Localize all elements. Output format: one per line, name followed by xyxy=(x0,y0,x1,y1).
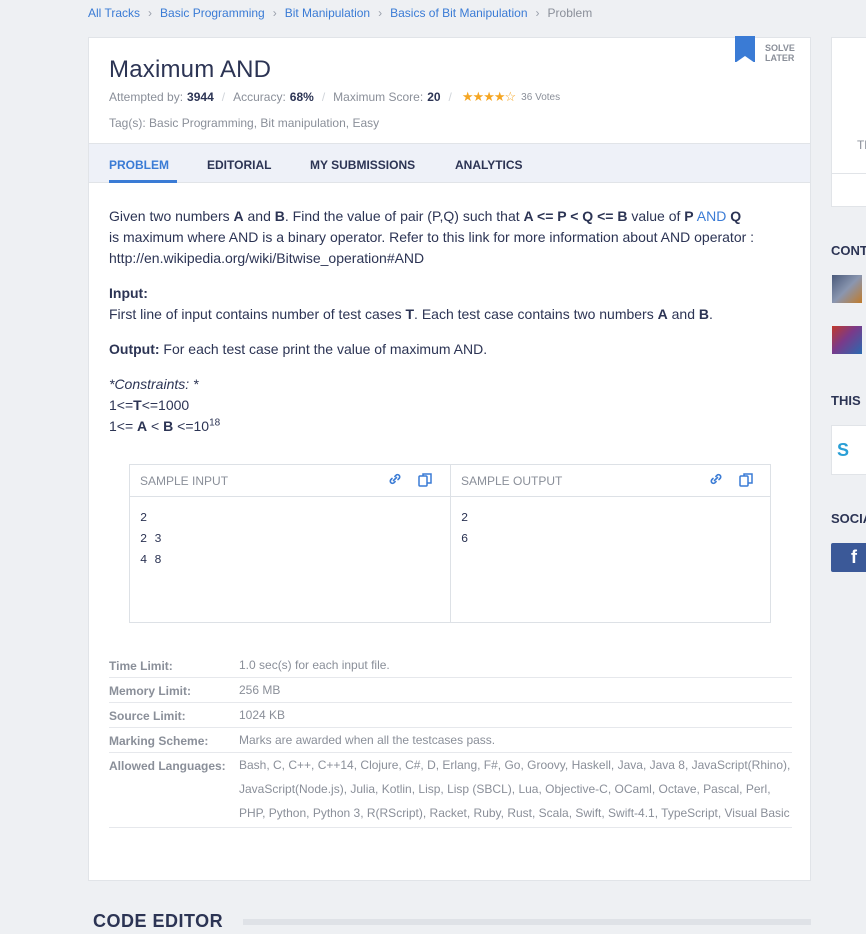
solve-later-button[interactable]: SOLVE LATER xyxy=(735,36,795,63)
breadcrumb: All Tracks › Basic Programming › Bit Man… xyxy=(88,4,592,22)
avatar[interactable] xyxy=(832,326,862,354)
sponsor-logo-text: S xyxy=(837,440,850,460)
code-editor-heading: CODE EDITOR xyxy=(93,911,224,931)
votes-count: 36 Votes xyxy=(521,91,561,103)
sponsor-logo[interactable]: S xyxy=(831,425,866,475)
chevron-right-icon: › xyxy=(535,6,540,20)
sidebar-card-text: Th xyxy=(857,138,866,152)
copy-icon[interactable] xyxy=(417,472,433,488)
sidebar-heading-contributors: CONT xyxy=(831,243,866,258)
avatar[interactable] xyxy=(832,275,862,303)
max-score-value: 20 xyxy=(427,90,441,104)
sidebar-heading-this: THIS xyxy=(831,393,861,408)
sample-input-header: SAMPLE INPUT xyxy=(130,465,450,497)
tab-analytics[interactable]: ANALYTICS xyxy=(455,144,523,183)
star-filled-icon[interactable]: ★ xyxy=(483,89,495,105)
chevron-right-icon: › xyxy=(272,6,277,20)
info-row-source-limit: Source Limit: 1024 KB xyxy=(109,703,792,728)
page-title: Maximum AND xyxy=(109,56,272,83)
statement-paragraph: Given two numbers A and B. Find the valu… xyxy=(109,208,755,266)
sample-input-content: 2 2 3 4 8 xyxy=(140,511,162,567)
and-link[interactable]: AND xyxy=(697,208,727,224)
facebook-icon: f xyxy=(851,547,857,567)
star-filled-icon[interactable]: ★ xyxy=(462,89,474,105)
chevron-right-icon: › xyxy=(378,6,383,20)
breadcrumb-bit-manipulation[interactable]: Bit Manipulation xyxy=(285,6,370,20)
bookmark-icon xyxy=(735,36,755,63)
info-row-time-limit: Time Limit: 1.0 sec(s) for each input fi… xyxy=(109,653,792,678)
problem-meta: Attempted by: 3944 / Accuracy: 68% / Max… xyxy=(109,89,560,105)
facebook-button[interactable]: f xyxy=(831,543,866,572)
problem-card: Maximum AND SOLVE LATER Attempted by: 39… xyxy=(88,36,811,881)
link-icon[interactable] xyxy=(708,472,724,488)
solve-later-label: SOLVE LATER xyxy=(765,43,795,63)
breadcrumb-current: Problem xyxy=(547,6,593,20)
output-section: Output: For each test case print the val… xyxy=(109,341,488,357)
divider: / xyxy=(321,90,326,104)
divider xyxy=(832,173,866,174)
breadcrumb-basic-programming[interactable]: Basic Programming xyxy=(160,6,265,20)
sample-output-content: 2 6 xyxy=(461,511,469,546)
attempted-value: 3944 xyxy=(187,90,214,104)
accuracy-label: Accuracy: xyxy=(233,90,286,104)
sample-output: SAMPLE OUTPUT 2 6 xyxy=(450,465,770,622)
sample-output-header: SAMPLE OUTPUT xyxy=(451,465,770,497)
info-row-memory-limit: Memory Limit: 256 MB xyxy=(109,678,792,703)
info-row-marking-scheme: Marking Scheme: Marks are awarded when a… xyxy=(109,728,792,753)
constraints-section: *Constraints: * 1<=T<=1000 1<= A < B <=1… xyxy=(109,376,221,434)
sample-input: SAMPLE INPUT 2 2 3 4 8 xyxy=(130,465,450,622)
input-section: Input: First line of input contains numb… xyxy=(109,285,713,322)
breadcrumb-basics-of-bit-manipulation[interactable]: Basics of Bit Manipulation xyxy=(390,6,527,20)
max-score-label: Maximum Score: xyxy=(333,90,424,104)
info-row-allowed-languages: Allowed Languages: Bash, C, C++, C++14, … xyxy=(109,753,792,828)
breadcrumb-all-tracks[interactable]: All Tracks xyxy=(88,6,140,20)
tab-editorial[interactable]: EDITORIAL xyxy=(207,144,271,183)
problem-limits: Time Limit: 1.0 sec(s) for each input fi… xyxy=(109,653,792,828)
star-filled-icon[interactable]: ★ xyxy=(494,89,506,105)
chevron-right-icon: › xyxy=(148,6,153,20)
divider xyxy=(243,919,811,925)
tags-value: Basic Programming, Bit manipulation, Eas… xyxy=(149,116,380,130)
rating-stars[interactable]: ★ ★ ★ ★ ☆ xyxy=(462,89,517,105)
problem-statement: Given two numbers A and B. Find the valu… xyxy=(109,206,789,437)
star-filled-icon[interactable]: ★ xyxy=(473,89,485,105)
sidebar-heading-social: SOCIA xyxy=(831,511,866,526)
accuracy-value: 68% xyxy=(289,90,314,104)
tags-label: Tag(s): xyxy=(109,116,146,130)
tab-problem[interactable]: PROBLEM xyxy=(109,144,177,183)
link-icon[interactable] xyxy=(387,472,403,488)
star-empty-icon[interactable]: ☆ xyxy=(505,89,517,105)
copy-icon[interactable] xyxy=(738,472,754,488)
divider: / xyxy=(448,90,452,104)
tab-my-submissions[interactable]: MY SUBMISSIONS xyxy=(310,144,415,183)
attempted-label: Attempted by: xyxy=(109,90,184,104)
divider: / xyxy=(221,90,226,104)
tags: Tag(s): Basic Programming, Bit manipulat… xyxy=(109,116,379,130)
sample-io: SAMPLE INPUT 2 2 3 4 8 SAMPLE OUTPUT 2 6 xyxy=(129,464,771,623)
sidebar-card: Th xyxy=(831,37,866,207)
problem-tabs: PROBLEM EDITORIAL MY SUBMISSIONS ANALYTI… xyxy=(89,143,810,183)
